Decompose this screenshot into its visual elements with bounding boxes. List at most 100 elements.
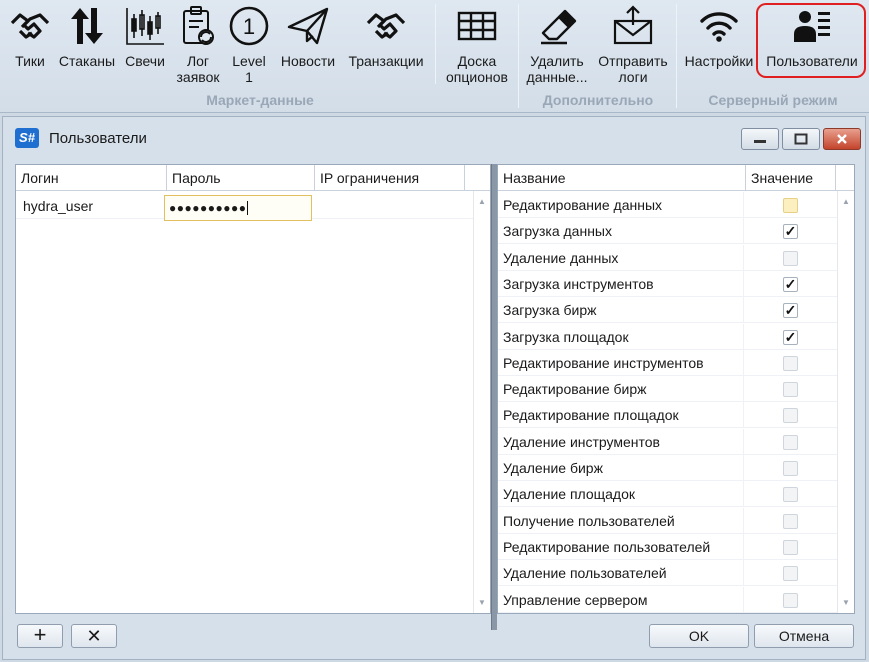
list-item[interactable]: Редактирование бирж [498,376,837,403]
permission-checkbox[interactable] [783,355,798,371]
remove-icon: ✕ [86,626,102,646]
users-grid: Логин Пароль IP ограничения hydra_user ●… [15,164,491,614]
cancel-button[interactable]: Отмена [754,624,854,648]
users-button-highlight [756,3,866,78]
permission-checkbox[interactable] [783,461,798,476]
permission-checkbox[interactable] [783,434,798,450]
minimize-icon [754,140,766,143]
permission-name: Удаление площадок [498,481,744,508]
permission-checkbox[interactable]: ✓ [783,276,798,292]
settings-label: Настройки [684,53,754,69]
table-row[interactable]: hydra_user ●●●●●●●●●● [16,193,473,221]
permission-checkbox[interactable]: ✓ [783,329,798,345]
ticks-label: Тики [15,53,45,69]
permission-checkbox[interactable]: ✓ [783,224,798,240]
group-label-server-mode: Серверный режим [708,92,838,108]
column-header-name[interactable]: Название [498,165,746,191]
send-logs-button[interactable]: Отправить логи [594,2,672,88]
column-header-password[interactable]: Пароль [167,165,315,191]
users-grid-scrollbar[interactable]: ▲ ▼ [473,191,490,613]
list-item[interactable]: Удаление площадок [498,481,837,508]
list-item[interactable]: Управление сервером [498,586,837,613]
delete-data-button[interactable]: Удалить данные... [522,2,592,88]
permission-checkbox[interactable] [783,592,798,608]
order-log-button[interactable]: Лог заявок [172,2,224,88]
scroll-down-arrow-icon[interactable]: ▼ [478,598,486,607]
password-input[interactable]: ●●●●●●●●●● [164,195,312,221]
column-header-value[interactable]: Значение [746,165,836,191]
list-item[interactable]: Удаление бирж [498,455,837,481]
list-item[interactable]: Загрузка инструментов ✓ [498,270,837,297]
permission-name: Редактирование бирж [498,376,744,403]
list-item[interactable]: Удаление инструментов [498,428,837,455]
permission-checkbox[interactable] [783,382,798,398]
list-item[interactable]: Редактирование площадок [498,402,837,429]
permission-name: Редактирование пользователей [498,533,744,560]
scroll-up-arrow-icon[interactable]: ▲ [842,197,850,206]
paper-plane-icon [284,2,332,50]
clipboard-refresh-icon [174,2,222,50]
send-logs-label: Отправить логи [598,53,668,85]
app-logo-icon: S# [15,128,39,148]
window-titlebar[interactable]: S# Пользователи [3,117,865,159]
users-grid-header: Логин Пароль IP ограничения [16,165,490,191]
list-item[interactable]: Загрузка бирж ✓ [498,297,837,324]
ip-cell[interactable] [314,193,464,219]
scroll-up-arrow-icon[interactable]: ▲ [478,197,486,206]
permission-name: Загрузка инструментов [498,270,744,297]
transactions-label: Транзакции [348,53,424,69]
permission-checkbox[interactable] [783,408,798,424]
permission-name: Удаление инструментов [498,428,744,455]
permission-name: Управление сервером [498,586,744,613]
settings-button[interactable]: Настройки [680,2,758,88]
permission-name: Загрузка площадок [498,323,744,350]
login-cell[interactable]: hydra_user [18,193,166,219]
remove-user-button[interactable]: ✕ [71,624,117,648]
circled-one-icon: 1 [225,2,273,50]
candles-button[interactable]: Свечи [122,2,168,88]
level1-button[interactable]: 1 Level 1 [226,2,272,88]
handshake-icon [6,2,54,50]
permission-name: Удаление бирж [498,455,744,481]
permission-checkbox[interactable] [783,566,798,582]
list-item[interactable]: Редактирование данных [498,192,837,218]
permission-checkbox[interactable] [783,487,798,503]
candles-label: Свечи [125,53,165,69]
list-item[interactable]: Загрузка площадок ✓ [498,323,837,350]
list-item[interactable]: Удаление данных [498,244,837,271]
options-board-button[interactable]: Доска опционов [440,2,514,88]
order-log-label: Лог заявок [176,53,220,85]
maximize-button[interactable] [782,128,820,150]
permission-checkbox[interactable] [783,539,798,555]
plus-icon: + [33,622,47,647]
group-label-additional: Дополнительно [542,92,654,108]
list-item[interactable]: Редактирование инструментов [498,349,837,376]
transactions-button[interactable]: Транзакции [343,2,429,88]
svg-text:1: 1 [243,14,255,39]
table-grid-icon [453,2,501,50]
list-item[interactable]: Загрузка данных ✓ [498,218,837,245]
column-header-login[interactable]: Логин [16,165,167,191]
close-button[interactable] [823,128,861,150]
list-item[interactable]: Получение пользователей [498,507,837,534]
permission-checkbox[interactable] [783,198,798,213]
news-button[interactable]: Новости [276,2,340,88]
list-item[interactable]: Удаление пользователей [498,560,837,587]
permission-name: Редактирование площадок [498,402,744,429]
permission-checkbox[interactable] [783,250,798,266]
close-icon [837,134,847,144]
ticks-button[interactable]: Тики [8,2,52,88]
ok-button[interactable]: OK [649,624,749,648]
order-books-button[interactable]: Стаканы [56,2,118,88]
add-user-button[interactable]: + [17,624,63,648]
permission-checkbox[interactable]: ✓ [783,303,798,319]
minimize-button[interactable] [741,128,779,150]
group-separator [518,4,519,108]
scroll-down-arrow-icon[interactable]: ▼ [842,598,850,607]
permissions-grid-header: Название Значение [498,165,854,191]
permission-checkbox[interactable] [783,513,798,529]
permissions-grid-scrollbar[interactable]: ▲ ▼ [837,191,854,613]
level1-label: Level 1 [232,53,266,85]
column-header-ip[interactable]: IP ограничения [315,165,465,191]
list-item[interactable]: Редактирование пользователей [498,533,837,560]
